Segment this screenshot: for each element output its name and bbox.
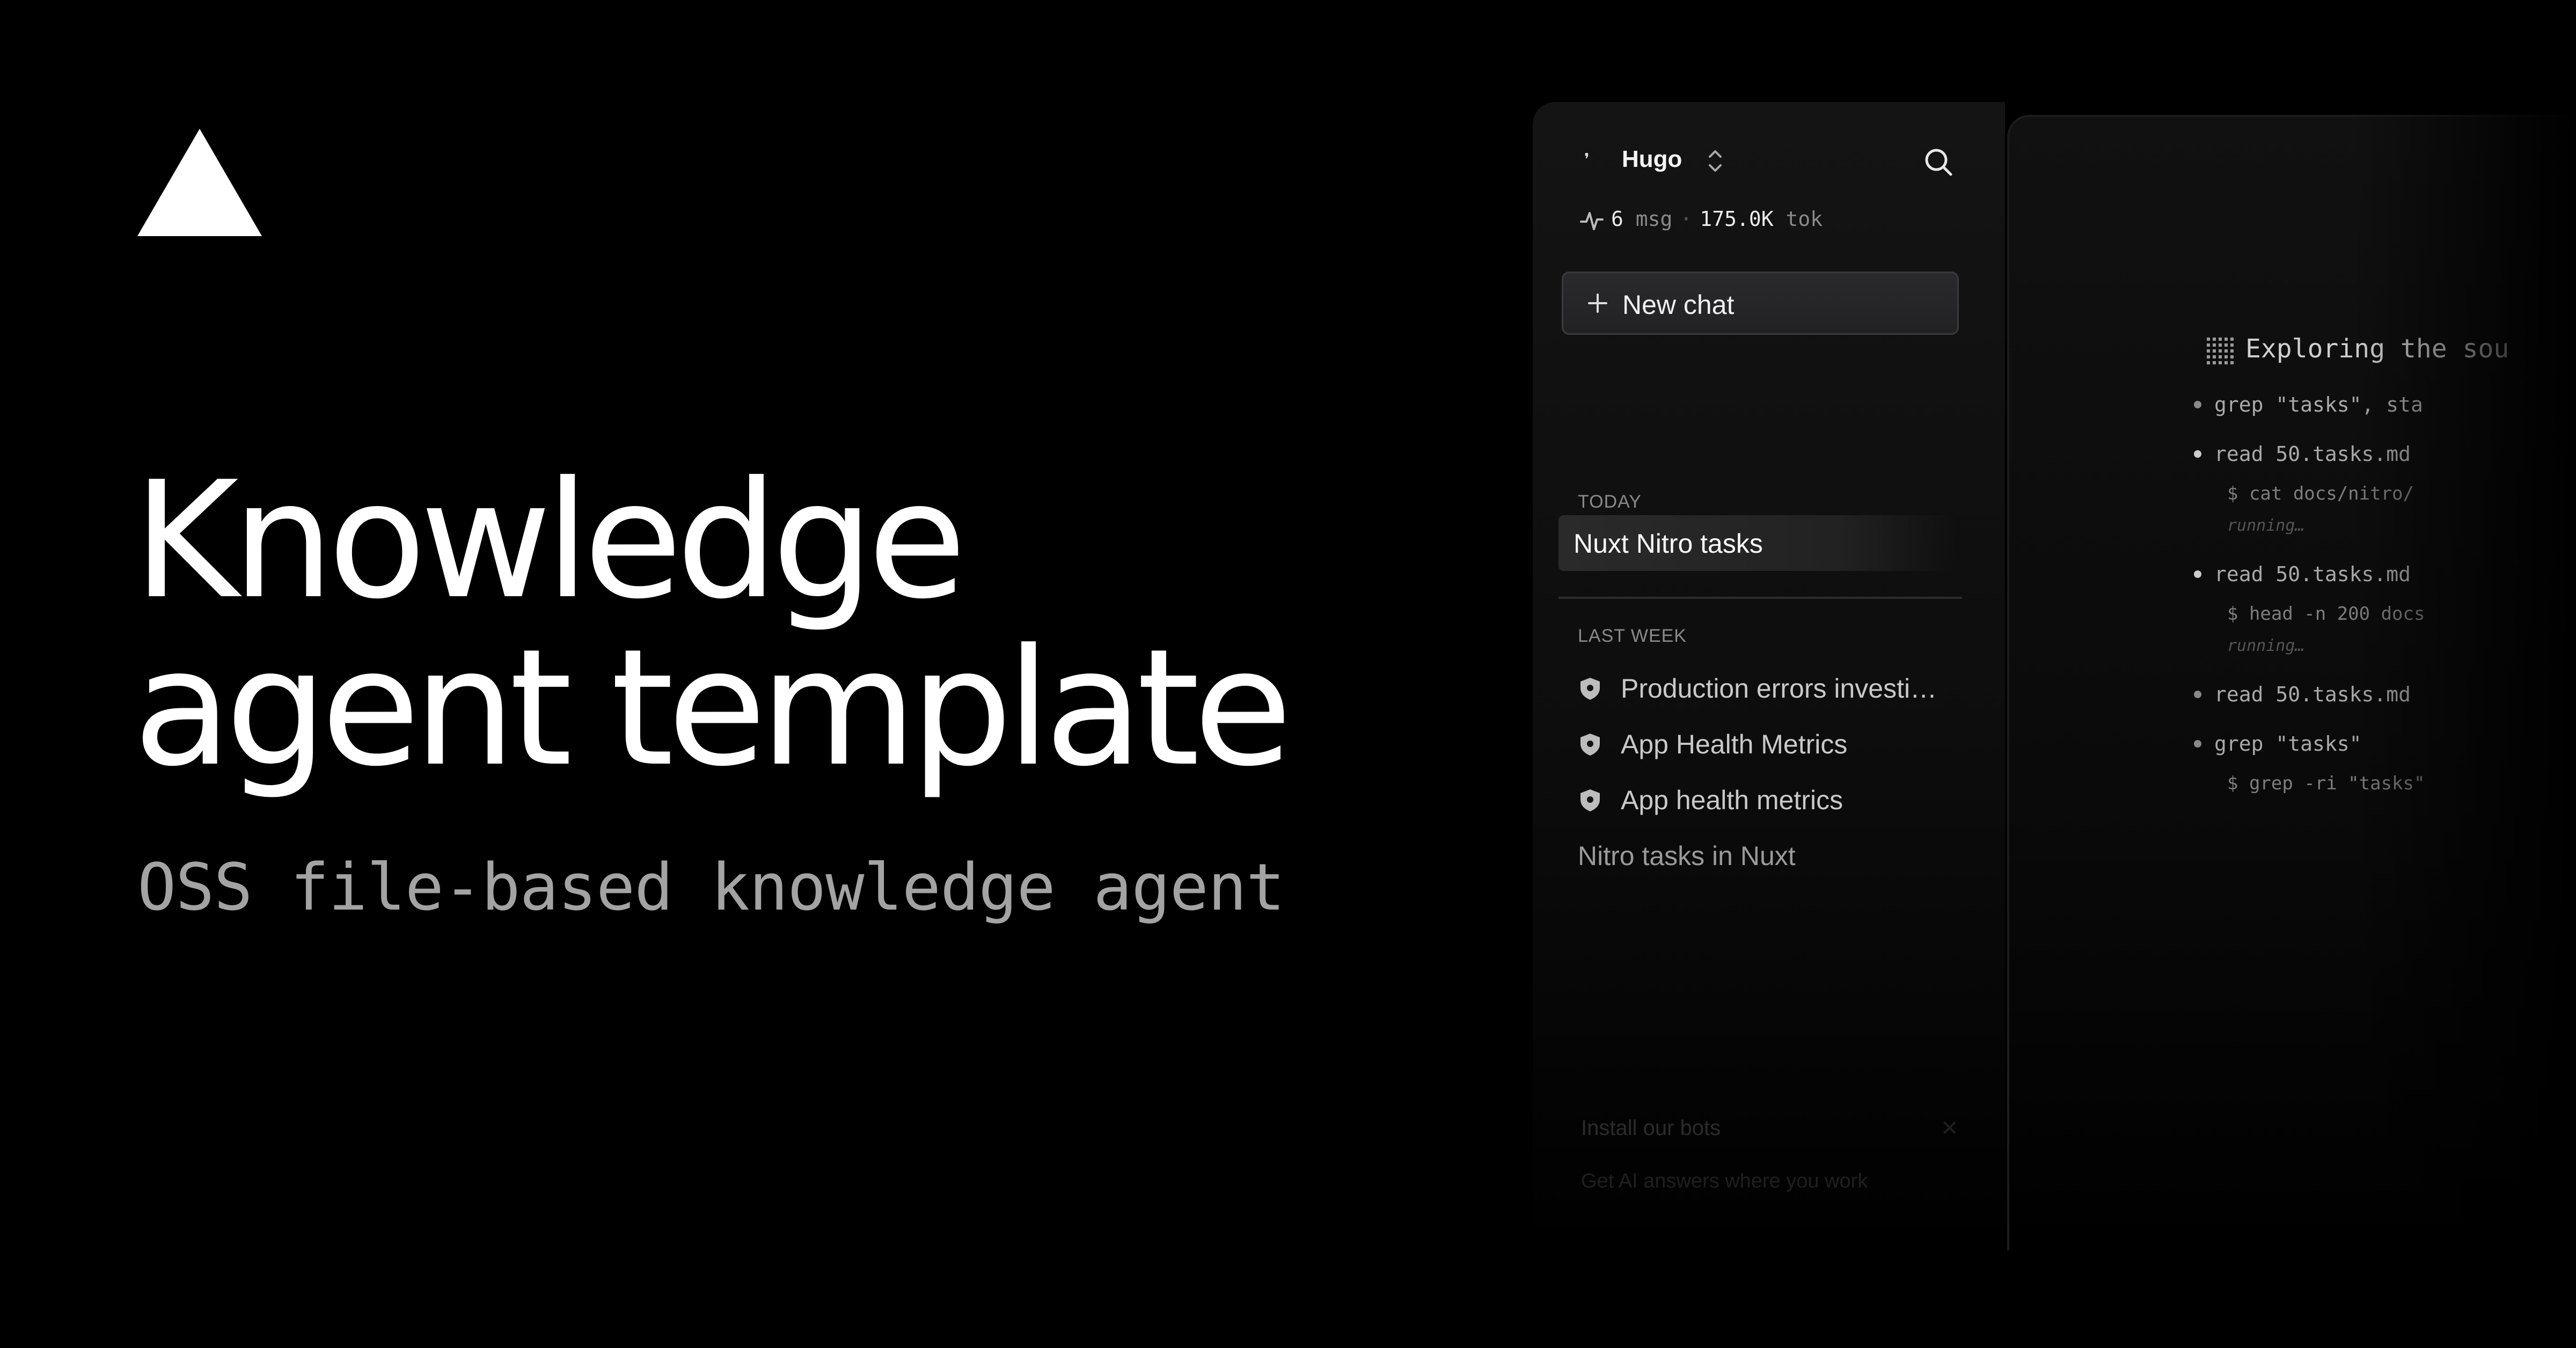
token-unit: tok <box>1785 207 1823 231</box>
step-text: read 50.tasks.md <box>2214 683 2411 706</box>
step-bullet <box>2194 691 2201 698</box>
tool-step[interactable]: grep "tasks", sta <box>2194 393 2423 416</box>
activity-icon <box>1580 211 1604 230</box>
chat-item-label: Nuxt Nitro tasks <box>1574 529 1763 559</box>
stats-separator: · <box>1680 207 1693 231</box>
exploring-header: Exploring the sou <box>2206 334 2509 364</box>
usage-stats: 6 msg · 175.0K tok <box>1580 207 1823 239</box>
hero-title-line-2: agent template <box>133 614 1292 802</box>
step-text: read 50.tasks.md <box>2214 562 2411 586</box>
install-bots-title: Install our bots <box>1581 1116 1721 1140</box>
shield-icon <box>1580 734 1600 756</box>
chat-item-label: App Health Metrics <box>1621 729 1848 759</box>
step-command: $ head -n 200 docs <box>2227 603 2425 625</box>
section-label-today: TODAY <box>1578 492 1642 512</box>
chat-item-nuxt-nitro-tasks[interactable]: Nuxt Nitro tasks <box>1558 515 1956 571</box>
sidebar-divider <box>1558 597 1962 599</box>
sidebar-header: ❜ Hugo <box>1584 134 1960 188</box>
shield-icon <box>1580 678 1600 700</box>
new-chat-button[interactable]: New chat <box>1562 272 1959 335</box>
grid-dots-icon <box>2207 338 2234 364</box>
step-bullet <box>2194 740 2201 748</box>
tool-step[interactable]: grep "tasks" <box>2194 732 2362 756</box>
user-avatar-icon: ❜ <box>1584 151 1590 169</box>
message-unit: msg <box>1635 207 1673 231</box>
vercel-triangle-logo <box>137 129 262 236</box>
section-label-last-week: LAST WEEK <box>1578 626 1687 646</box>
chevron-up-down-icon[interactable] <box>1703 146 1727 176</box>
chat-item-app-health-metrics-2[interactable]: App health metrics <box>1578 778 1964 821</box>
step-command: $ grep -ri "tasks" <box>2227 773 2425 794</box>
token-count: 175.0K <box>1700 207 1774 231</box>
tool-step[interactable]: read 50.tasks.md <box>2194 683 2411 706</box>
step-bullet <box>2194 570 2201 578</box>
step-command: $ cat docs/nitro/ <box>2227 483 2414 504</box>
chat-item-app-health-metrics[interactable]: App Health Metrics <box>1578 722 1964 765</box>
step-bullet <box>2194 450 2201 458</box>
hero-title: Knowledge agent template <box>133 447 1292 802</box>
install-bots-banner[interactable]: Install our bots ✕ Get AI answers where … <box>1565 1084 1973 1192</box>
sidebar: ❜ Hugo 6 msg · 175.0K tok New chat TODAY <box>1533 102 2005 1250</box>
chat-item-nitro-tasks-in-nuxt[interactable]: Nitro tasks in Nuxt <box>1578 834 1964 877</box>
tool-step[interactable]: read 50.tasks.md <box>2194 442 2411 466</box>
step-bullet <box>2194 401 2201 408</box>
exploring-title: Exploring the sou <box>2245 334 2509 364</box>
search-icon[interactable] <box>1922 146 1955 178</box>
step-text: grep "tasks" <box>2214 732 2362 756</box>
chat-item-production-errors[interactable]: Production errors investi… <box>1578 666 1964 709</box>
close-icon[interactable]: ✕ <box>1941 1116 1959 1141</box>
chat-main-panel: Exploring the sou grep "tasks", sta read… <box>2007 115 2576 1250</box>
plus-icon <box>1588 294 1607 313</box>
chat-item-label: Production errors investi… <box>1621 673 1937 704</box>
step-text: read 50.tasks.md <box>2214 442 2411 466</box>
chat-item-label: App health metrics <box>1621 785 1843 815</box>
message-count: 6 <box>1611 207 1623 231</box>
step-text: grep "tasks", sta <box>2214 393 2423 416</box>
hero-subtitle: OSS file-based knowledge agent <box>137 851 1285 925</box>
new-chat-label: New chat <box>1622 290 1735 320</box>
step-status: running… <box>2227 516 2305 535</box>
tool-step[interactable]: read 50.tasks.md <box>2194 562 2411 586</box>
install-bots-subtitle: Get AI answers where you work <box>1581 1170 1868 1192</box>
shield-icon <box>1580 789 1600 811</box>
user-switcher[interactable]: Hugo <box>1622 146 1682 173</box>
app-preview: ❜ Hugo 6 msg · 175.0K tok New chat TODAY <box>1533 102 2576 1250</box>
step-status: running… <box>2227 636 2305 655</box>
chat-item-label: Nitro tasks in Nuxt <box>1578 841 1796 871</box>
hero-title-line-1: Knowledge <box>133 447 967 634</box>
